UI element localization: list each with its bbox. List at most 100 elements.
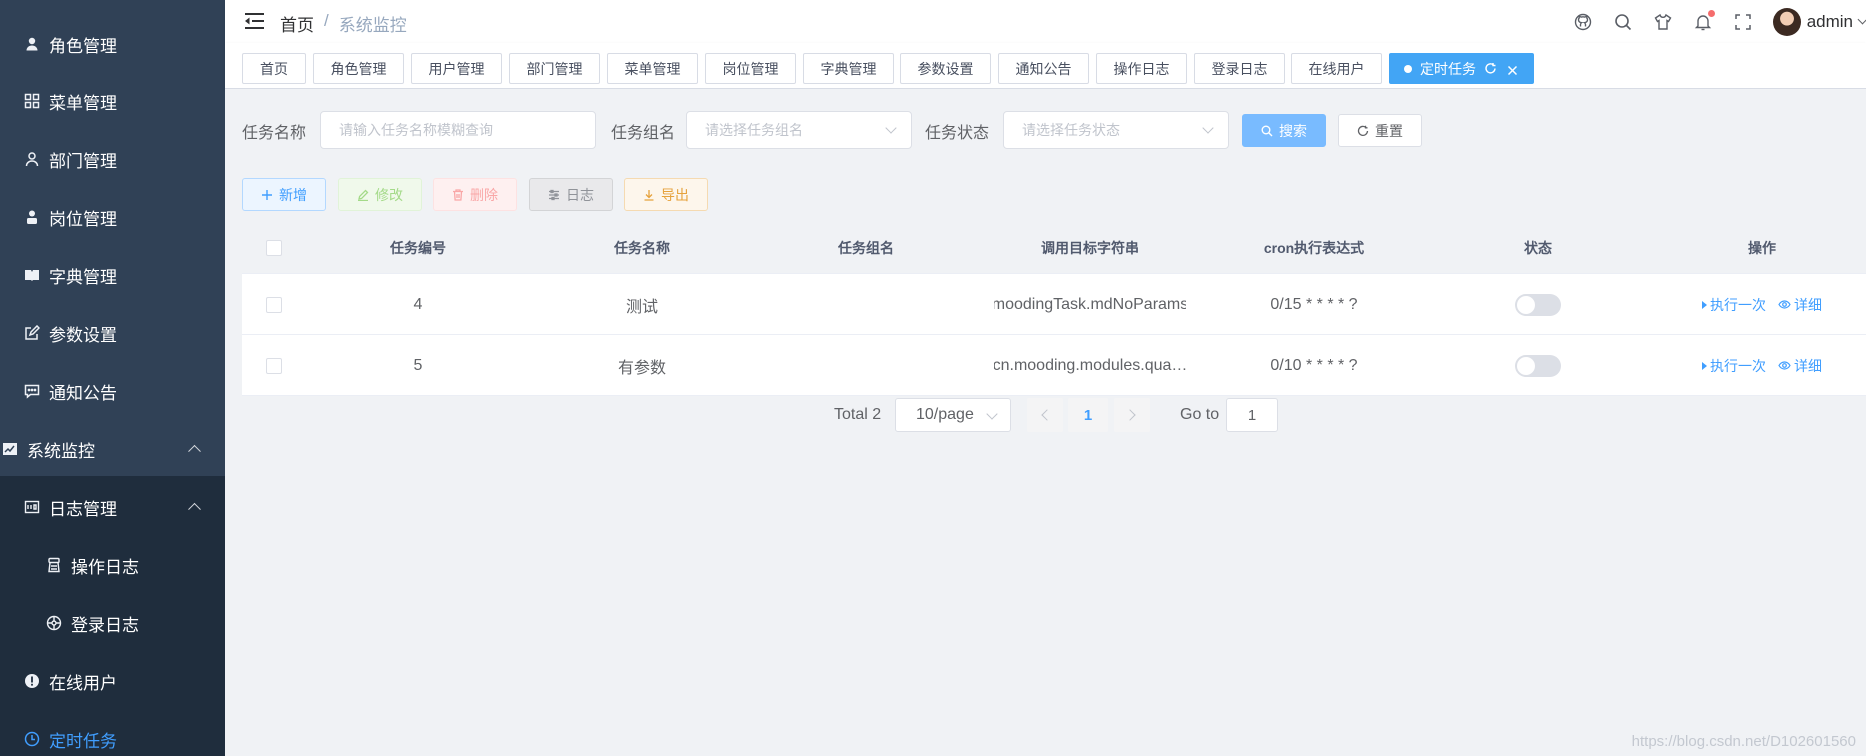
breadcrumb-home[interactable]: 首页 xyxy=(280,11,314,36)
detail-link[interactable]: 详细 xyxy=(1778,295,1822,315)
theme-icon[interactable] xyxy=(1654,13,1672,31)
tag-job[interactable]: 定时任务 xyxy=(1389,53,1534,84)
tag-menu[interactable]: 菜单管理 xyxy=(607,53,698,84)
sidebar-item-menu[interactable]: 菜单管理 xyxy=(0,72,225,130)
sidebar-item-config[interactable]: 参数设置 xyxy=(0,304,225,362)
th-invoke-target[interactable]: 调用目标字符串 xyxy=(978,222,1202,274)
bell-icon[interactable] xyxy=(1694,9,1715,31)
sidebar-item-dict[interactable]: 字典管理 xyxy=(0,246,225,304)
run-once-link[interactable]: 执行一次 xyxy=(1702,356,1766,376)
tag-notice[interactable]: 通知公告 xyxy=(998,53,1089,84)
switch-knob xyxy=(1517,356,1535,375)
sidebar-item-job[interactable]: 定时任务 xyxy=(0,710,225,756)
reset-button[interactable]: 重置 xyxy=(1338,114,1422,147)
page-size-select[interactable]: 10/page xyxy=(895,398,1011,432)
sidebar-item-monitor[interactable]: 系统监控 xyxy=(0,420,225,478)
select-all-cell xyxy=(242,222,306,274)
row-select-cell xyxy=(242,335,306,396)
table-row: 4 测试 moodingTask.mdNoParams 0/15 * * * *… xyxy=(242,274,1866,335)
th-job-name[interactable]: 任务名称 xyxy=(530,222,754,274)
sidebar-item-notice[interactable]: 通知公告 xyxy=(0,362,225,420)
sidebar-item-label: 在线用户 xyxy=(49,673,117,693)
chevron-right-icon xyxy=(1124,409,1136,421)
cell-job-id: 4 xyxy=(413,295,423,313)
th-cron[interactable]: cron执行表达式 xyxy=(1202,222,1426,274)
cell-status xyxy=(1426,335,1650,396)
tag-label: 菜单管理 xyxy=(624,60,681,77)
table-row: 5 有参数 cn.mooding.modules.qua… 0/10 * * *… xyxy=(242,335,1866,396)
page-size-value: 10/page xyxy=(916,406,974,423)
th-job-id[interactable]: 任务编号 xyxy=(306,222,530,274)
run-once-link[interactable]: 执行一次 xyxy=(1702,295,1766,315)
sidebar-item-operlog[interactable]: 操作日志 xyxy=(0,536,225,594)
tag-online[interactable]: 在线用户 xyxy=(1291,53,1382,84)
cell-cron: 0/10 * * * * ? xyxy=(1270,356,1358,374)
status-switch[interactable] xyxy=(1515,354,1561,377)
job-name-input[interactable]: 请输入任务名称模糊查询 xyxy=(320,111,596,149)
tag-operlog[interactable]: 操作日志 xyxy=(1096,53,1187,84)
detail-label: 详细 xyxy=(1794,357,1822,374)
avatar[interactable] xyxy=(1772,7,1801,36)
status-switch[interactable] xyxy=(1515,293,1561,316)
delete-button[interactable]: 删除 xyxy=(433,178,517,211)
select-all-checkbox[interactable] xyxy=(266,240,282,256)
chevron-down-icon[interactable] xyxy=(1857,14,1866,25)
search-button[interactable]: 搜索 xyxy=(1242,114,1326,147)
chevron-up-icon xyxy=(188,502,201,516)
sidebar-item-log[interactable]: 日志管理 xyxy=(0,478,225,536)
close-icon[interactable] xyxy=(1507,63,1518,76)
detail-link[interactable]: 详细 xyxy=(1778,356,1822,376)
fullscreen-icon[interactable] xyxy=(1734,13,1752,31)
sidebar-item-online[interactable]: 在线用户 xyxy=(0,652,225,710)
row-select-cell xyxy=(242,274,306,335)
log-button-label: 日志 xyxy=(566,186,594,203)
cell-job-id: 5 xyxy=(413,356,423,374)
sidebar-item-label: 日志管理 xyxy=(49,499,117,519)
tag-role[interactable]: 角色管理 xyxy=(313,53,404,84)
job-group-select[interactable]: 请选择任务组名 xyxy=(686,111,912,149)
search-icon[interactable] xyxy=(1614,13,1632,31)
tag-home[interactable]: 首页 xyxy=(242,53,306,84)
tag-label: 岗位管理 xyxy=(722,60,779,77)
tag-label: 参数设置 xyxy=(917,60,974,77)
prev-page-button[interactable] xyxy=(1027,398,1063,432)
username[interactable]: admin xyxy=(1807,12,1853,32)
sidebar-item-role[interactable]: 角色管理 xyxy=(0,15,225,73)
edit-button[interactable]: 修改 xyxy=(338,178,422,211)
refresh-icon[interactable] xyxy=(1484,62,1497,75)
operation-icon xyxy=(549,189,559,200)
sidebar-item-post[interactable]: 岗位管理 xyxy=(0,188,225,246)
add-button[interactable]: 新增 xyxy=(242,178,326,211)
tag-post[interactable]: 岗位管理 xyxy=(705,53,796,84)
sidebar-item-label: 菜单管理 xyxy=(49,93,117,113)
eye-icon xyxy=(1778,300,1791,309)
sidebar-item-dept[interactable]: 部门管理 xyxy=(0,130,225,188)
tag-dept[interactable]: 部门管理 xyxy=(509,53,600,84)
tag-config[interactable]: 参数设置 xyxy=(900,53,991,84)
page-number-current[interactable]: 1 xyxy=(1068,398,1108,432)
th-status[interactable]: 状态 xyxy=(1426,222,1650,274)
cell-invoke-target: moodingTask.mdNoParams xyxy=(994,295,1186,313)
online-icon xyxy=(24,673,40,689)
add-button-label: 新增 xyxy=(279,186,307,203)
job-status-select[interactable]: 请选择任务状态 xyxy=(1003,111,1229,149)
row-checkbox[interactable] xyxy=(266,296,282,313)
reset-button-label: 重置 xyxy=(1375,122,1403,139)
breadcrumb-current: 系统监控 xyxy=(338,16,407,35)
export-button[interactable]: 导出 xyxy=(624,178,708,211)
tag-user[interactable]: 用户管理 xyxy=(411,53,502,84)
sidebar-item-logininfor[interactable]: 登录日志 xyxy=(0,594,225,652)
pagination-total: Total 2 xyxy=(834,406,882,423)
row-checkbox[interactable] xyxy=(266,357,282,374)
chevron-down-icon xyxy=(986,408,998,420)
next-page-button[interactable] xyxy=(1114,398,1150,432)
th-job-group[interactable]: 任务组名 xyxy=(754,222,978,274)
log-button[interactable]: 日志 xyxy=(529,178,613,211)
goto-input[interactable]: 1 xyxy=(1226,398,1278,432)
tag-dict[interactable]: 字典管理 xyxy=(803,53,894,84)
tag-logininfor[interactable]: 登录日志 xyxy=(1194,53,1285,84)
hamburger-icon[interactable] xyxy=(245,12,264,30)
github-icon[interactable] xyxy=(1574,13,1592,31)
job-name-placeholder: 请输入任务名称模糊查询 xyxy=(339,122,493,138)
job-group-placeholder: 请选择任务组名 xyxy=(705,122,803,138)
